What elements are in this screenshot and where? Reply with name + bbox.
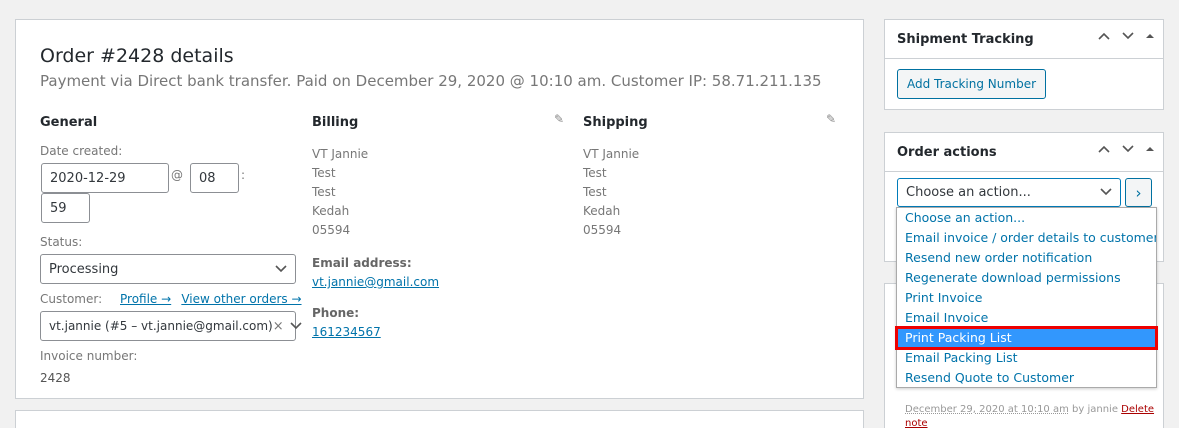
dropdown-option-print-packing-list[interactable]: Print Packing List: [895, 326, 1158, 350]
note-meta: December 29, 2020 at 10:10 am by jannie …: [905, 404, 1154, 415]
apply-action-button[interactable]: ›: [1125, 178, 1152, 207]
billing-email-link[interactable]: vt.jannie@gmail.com: [312, 275, 439, 289]
shipping-line: Kedah: [583, 204, 621, 218]
shipping-heading: Shipping: [583, 115, 648, 130]
order-title: Order #2428 details: [40, 45, 234, 67]
order-action-dropdown: Choose an action... Email invoice / orde…: [895, 207, 1158, 388]
order-action-value: Choose an action...: [906, 185, 1031, 200]
invoice-number-value: 2428: [40, 371, 71, 385]
note-author: by jannie: [1068, 404, 1122, 415]
minute-input[interactable]: 59: [41, 193, 90, 223]
at-symbol: @: [171, 168, 183, 182]
general-heading: General: [40, 115, 98, 130]
invoice-number-label: Invoice number:: [40, 349, 138, 363]
shipping-address: VT Jannie Test Test Kedah 05594: [583, 145, 639, 240]
dropdown-option[interactable]: Print Invoice: [897, 288, 1156, 308]
delete-note-link-continued[interactable]: note: [905, 418, 928, 428]
phone-label: Phone:: [312, 306, 360, 320]
email-address-label: Email address:: [312, 256, 412, 270]
status-value: Processing: [49, 261, 119, 277]
dropdown-option[interactable]: Resend new order notification: [897, 248, 1156, 268]
toggle-icon[interactable]: [1145, 144, 1155, 154]
shipment-tracking-title: Shipment Tracking: [897, 32, 1034, 47]
time-colon: :: [241, 168, 246, 182]
arrow-up-icon[interactable]: [1097, 31, 1111, 41]
billing-line: Kedah: [312, 204, 350, 218]
arrow-up-icon[interactable]: [1097, 144, 1111, 154]
billing-heading: Billing: [312, 115, 359, 130]
shipping-line: Test: [583, 166, 607, 180]
panel-divider: [885, 58, 1163, 59]
arrow-down-icon[interactable]: [1121, 144, 1135, 154]
billing-line: 05594: [312, 223, 351, 237]
panel-controls: [1097, 31, 1155, 41]
dropdown-option[interactable]: Email Packing List: [897, 348, 1156, 368]
status-select[interactable]: Processing: [40, 254, 296, 284]
pencil-icon[interactable]: ✎: [826, 112, 836, 126]
view-other-orders-link[interactable]: View other orders →: [181, 292, 301, 306]
note-meta-line2: note: [905, 418, 928, 428]
panel-controls: [1097, 144, 1155, 154]
clear-icon[interactable]: ×: [273, 319, 284, 334]
dropdown-option[interactable]: Regenerate download permissions: [897, 268, 1156, 288]
customer-value: vt.jannie (#5 – vt.jannie@gmail.com): [49, 319, 273, 333]
billing-line: Test: [312, 166, 336, 180]
dropdown-option[interactable]: Email invoice / order details to custome…: [897, 228, 1156, 248]
note-date: December 29, 2020 at 10:10 am: [905, 404, 1069, 415]
customer-select[interactable]: vt.jannie (#5 – vt.jannie@gmail.com) ×: [40, 311, 302, 341]
billing-phone-link[interactable]: 161234567: [312, 325, 381, 339]
shipping-line: 05594: [583, 223, 622, 237]
arrow-down-icon[interactable]: [1121, 31, 1135, 41]
chevron-down-icon: [290, 320, 302, 333]
dropdown-option[interactable]: Choose an action...: [897, 208, 1156, 228]
dropdown-option[interactable]: Email Invoice: [897, 308, 1156, 328]
billing-address: VT Jannie Test Test Kedah 05594: [312, 145, 368, 240]
billing-line: VT Jannie: [312, 147, 369, 161]
panel-divider: [885, 171, 1163, 172]
profile-link[interactable]: Profile →: [120, 292, 171, 306]
shipping-line: VT Jannie: [583, 147, 640, 161]
shipping-line: Test: [583, 185, 607, 199]
add-tracking-number-button[interactable]: Add Tracking Number: [897, 69, 1046, 99]
date-created-input[interactable]: 2020-12-29: [41, 163, 169, 193]
customer-label: Customer:: [40, 292, 103, 306]
status-label: Status:: [40, 235, 83, 249]
order-items-panel: [15, 410, 864, 428]
order-action-select[interactable]: Choose an action...: [897, 178, 1121, 207]
customer-links: Profile → View other orders →: [120, 292, 302, 307]
chevron-down-icon: [275, 263, 287, 276]
delete-note-link[interactable]: Delete: [1121, 404, 1154, 415]
order-subtitle: Payment via Direct bank transfer. Paid o…: [40, 72, 822, 90]
chevron-down-icon: [1100, 186, 1112, 199]
order-actions-title: Order actions: [897, 145, 997, 160]
billing-line: Test: [312, 185, 336, 199]
date-created-label: Date created:: [40, 144, 123, 158]
hour-input[interactable]: 08: [190, 163, 239, 193]
order-details-panel: Order #2428 details Payment via Direct b…: [15, 19, 864, 399]
dropdown-option[interactable]: Resend Quote to Customer: [897, 368, 1156, 388]
shipment-tracking-panel: Shipment Tracking Add Tracking Number: [884, 19, 1164, 110]
pencil-icon[interactable]: ✎: [554, 112, 564, 126]
toggle-icon[interactable]: [1145, 31, 1155, 41]
